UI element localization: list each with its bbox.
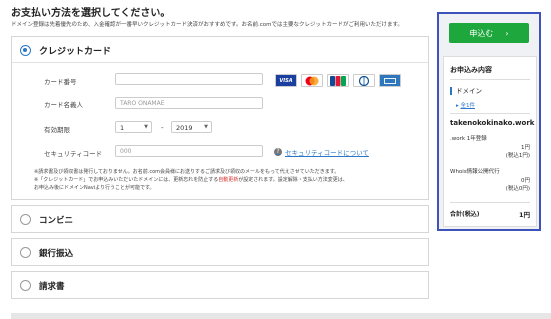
chevron-right-icon: › bbox=[505, 28, 509, 38]
item2-price: 0円 bbox=[521, 178, 530, 184]
invoice-label: 請求書 bbox=[39, 282, 65, 292]
divider bbox=[450, 79, 530, 80]
credit-card-header[interactable]: クレジットカード bbox=[12, 37, 428, 63]
auto-renew-note: ※「クレジットカード」でお申込みいただいたドメインには、更新忘れを防止する自動更… bbox=[34, 176, 348, 183]
domain-heading-text: ドメイン bbox=[456, 87, 482, 95]
domain-name: takenokokinako.work bbox=[450, 119, 535, 127]
item1-tax: (税込1円) bbox=[505, 153, 530, 159]
security-code-input[interactable]: 000 bbox=[115, 145, 263, 157]
expiry-month-value: 1 bbox=[120, 124, 125, 132]
page-heading: お支払い方法を選択してください。 bbox=[11, 8, 171, 19]
order-summary: お申込み内容 ドメイン ▸ 全1件 takenokokinako.work .w… bbox=[443, 56, 537, 227]
payment-option-invoice[interactable]: 請求書 bbox=[11, 271, 429, 299]
item2-tax: (税込0円) bbox=[505, 186, 530, 192]
bank-transfer-radio[interactable] bbox=[20, 247, 31, 258]
security-code-help-link[interactable]: ? セキュリティコードについて bbox=[274, 147, 369, 157]
apply-button[interactable]: 申込む › bbox=[449, 23, 529, 43]
expiry-year-value: 2019 bbox=[176, 124, 193, 132]
chevron-down-icon: ▼ bbox=[144, 124, 148, 130]
invoice-note: ※請求書及び領収書は発行しておりません。お名前.com会員様にお送りするご請求及… bbox=[34, 169, 340, 175]
expiry-year-select[interactable]: 2019 ▼ bbox=[171, 121, 212, 133]
visa-logo-icon: VISA bbox=[275, 74, 297, 87]
domain-count-link[interactable]: ▸ 全1件 bbox=[456, 101, 475, 109]
card-holder-label: カード名義人 bbox=[44, 101, 83, 109]
card-number-label: カード番号 bbox=[44, 78, 77, 86]
page-subtext: ドメイン登録は先着優先のため、入金確認が一番早いクレジットカード決済がおすすめで… bbox=[11, 22, 403, 28]
amex-logo-icon bbox=[379, 74, 401, 87]
auto-renew-note-cont: お申込み後にドメインNaviより行うことが可能です。 bbox=[34, 185, 155, 191]
question-icon: ? bbox=[274, 148, 282, 156]
diners-logo-icon bbox=[353, 74, 375, 87]
chevron-down-icon: ▼ bbox=[204, 124, 208, 130]
card-number-input[interactable] bbox=[115, 73, 263, 85]
divider bbox=[450, 202, 530, 203]
payment-methods: クレジットカード カード番号 VISA カード名義人 TARO ONAMAE 有… bbox=[11, 36, 429, 299]
expiry-separator: - bbox=[161, 124, 164, 132]
payment-option-bank[interactable]: 銀行振込 bbox=[11, 238, 429, 266]
jcb-logo-icon bbox=[327, 74, 349, 87]
section-bar-icon bbox=[450, 87, 452, 95]
credit-card-panel: クレジットカード カード番号 VISA カード名義人 TARO ONAMAE 有… bbox=[11, 36, 429, 200]
domain-count-text: 全1件 bbox=[460, 103, 476, 109]
credit-card-title: クレジットカード bbox=[39, 47, 112, 57]
card-brands: VISA bbox=[275, 74, 401, 87]
invoice-radio[interactable] bbox=[20, 280, 31, 291]
divider bbox=[450, 113, 530, 114]
convenience-label: コンビニ bbox=[39, 216, 74, 226]
expiry-month-select[interactable]: 1 ▼ bbox=[115, 121, 152, 133]
security-code-help-text: セキュリティコードについて bbox=[285, 149, 369, 157]
order-sidebar: 申込む › お申込み内容 ドメイン ▸ 全1件 takenokokinako.w… bbox=[437, 12, 541, 231]
auto-renew-note-prefix: ※「クレジットカード」でお申込みいただいたドメインには、更新忘れを防止する bbox=[34, 177, 219, 183]
total-label: 合計(税込) bbox=[450, 211, 480, 218]
item2-label: Whois情報公開代行 bbox=[450, 169, 500, 175]
total-value: 1円 bbox=[518, 211, 530, 219]
item1-label: .work 1年登録 bbox=[450, 136, 487, 142]
item1-price: 1円 bbox=[521, 145, 530, 151]
bottom-divider bbox=[11, 313, 551, 319]
auto-renew-note-suffix: が設定されます。設定解除・支払い方法変更は、 bbox=[238, 177, 348, 183]
order-summary-title: お申込み内容 bbox=[450, 66, 492, 74]
credit-card-radio[interactable] bbox=[20, 45, 31, 56]
mastercard-logo-icon bbox=[301, 74, 323, 87]
apply-button-label: 申込む bbox=[469, 28, 494, 38]
card-holder-input[interactable]: TARO ONAMAE bbox=[115, 97, 263, 109]
convenience-radio[interactable] bbox=[20, 214, 31, 225]
payment-option-convenience[interactable]: コンビニ bbox=[11, 205, 429, 233]
domain-section-heading: ドメイン bbox=[450, 85, 482, 95]
auto-renew-note-red: 自動更新 bbox=[218, 177, 239, 183]
bank-transfer-label: 銀行振込 bbox=[39, 249, 74, 259]
expiry-label: 有効期限 bbox=[44, 126, 70, 134]
security-code-label: セキュリティコード bbox=[44, 150, 103, 158]
